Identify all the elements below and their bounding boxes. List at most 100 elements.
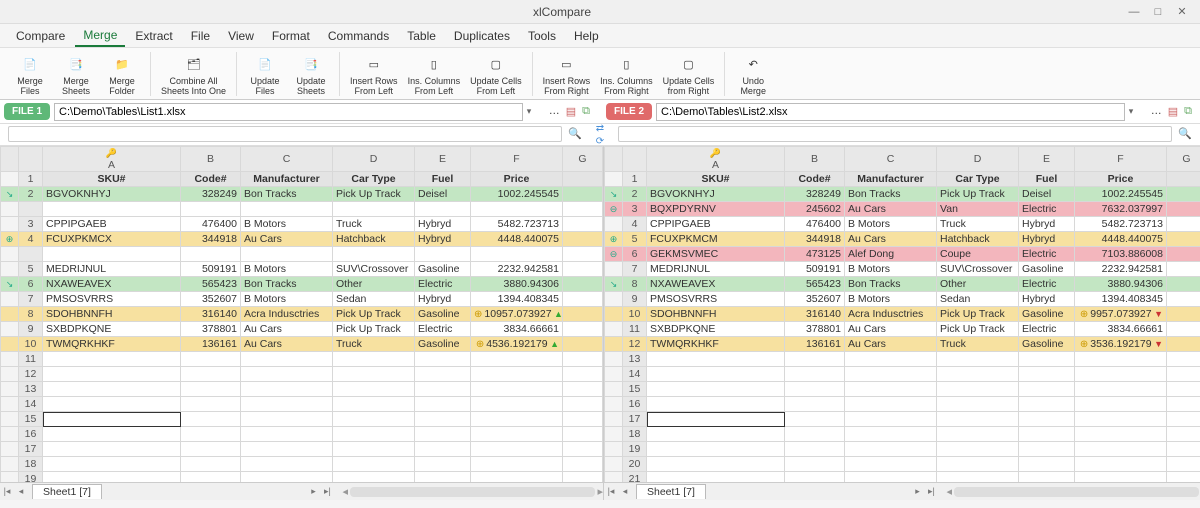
field-header[interactable]: Fuel: [415, 172, 471, 187]
cell-empty[interactable]: [647, 412, 785, 427]
row-header[interactable]: 18: [623, 427, 647, 442]
row-gutter[interactable]: ↘: [605, 277, 623, 292]
cell-cartype[interactable]: Hatchback: [937, 232, 1019, 247]
row-header[interactable]: 5: [19, 262, 43, 277]
cell-price[interactable]: 2232.942581: [471, 262, 563, 277]
menu-view[interactable]: View: [220, 26, 262, 46]
row-header[interactable]: 18: [19, 457, 43, 472]
row-gutter[interactable]: [1, 292, 19, 307]
cell-empty[interactable]: [43, 382, 181, 397]
cell-code[interactable]: 328249: [181, 187, 241, 202]
cell-empty[interactable]: [937, 382, 1019, 397]
cell-empty[interactable]: [1167, 232, 1200, 247]
file2-path-input[interactable]: [656, 103, 1125, 121]
cell-empty[interactable]: [937, 442, 1019, 457]
cell-fuel[interactable]: Gasoline: [1019, 307, 1075, 322]
cell-cartype[interactable]: Pick Up Track: [937, 322, 1019, 337]
cell-empty[interactable]: [333, 472, 415, 483]
row-gutter[interactable]: ↘: [1, 277, 19, 292]
file1-path-input[interactable]: [54, 103, 523, 121]
cell-manufacturer[interactable]: Acra Indusctries: [241, 307, 333, 322]
cell-fuel[interactable]: Gasoline: [415, 337, 471, 352]
right-sheet-tab[interactable]: Sheet1 [7]: [636, 484, 706, 499]
cell-empty[interactable]: [563, 307, 603, 322]
left-grid[interactable]: 🔑ABCDEFG1SKU#Code#ManufacturerCar TypeFu…: [0, 146, 603, 482]
row-header[interactable]: 10: [623, 307, 647, 322]
cell-empty[interactable]: [1167, 382, 1200, 397]
row-header[interactable]: 3: [623, 202, 647, 217]
cell-manufacturer[interactable]: B Motors: [241, 292, 333, 307]
ribbon-combine-all[interactable]: 🗂Combine AllSheets Into One: [157, 50, 230, 99]
cell-manufacturer[interactable]: B Motors: [845, 262, 937, 277]
cell-empty[interactable]: [241, 472, 333, 483]
cell-empty[interactable]: [785, 457, 845, 472]
cell-empty[interactable]: [845, 442, 937, 457]
col-header-C[interactable]: C: [845, 147, 937, 172]
row-header[interactable]: 21: [623, 472, 647, 483]
cell-empty[interactable]: [647, 472, 785, 483]
field-header[interactable]: Manufacturer: [241, 172, 333, 187]
cell-empty[interactable]: [845, 382, 937, 397]
col-header-A[interactable]: 🔑A: [43, 147, 181, 172]
cell-cartype[interactable]: Pick Up Track: [937, 307, 1019, 322]
cell-empty[interactable]: [415, 427, 471, 442]
cell-empty[interactable]: [785, 352, 845, 367]
cell-empty[interactable]: [785, 472, 845, 483]
cell-cartype[interactable]: Other: [937, 277, 1019, 292]
cell-empty[interactable]: [563, 457, 603, 472]
cell-empty[interactable]: [563, 352, 603, 367]
row-gutter[interactable]: [605, 307, 623, 322]
tab-nav-first[interactable]: |◂: [0, 486, 14, 497]
cell-cartype[interactable]: Sedan: [937, 292, 1019, 307]
row-header[interactable]: 4: [19, 232, 43, 247]
cell-sku[interactable]: BQXPDYRNV: [647, 202, 785, 217]
cell-empty[interactable]: [333, 352, 415, 367]
cell-cartype[interactable]: SUV\Crossover: [937, 262, 1019, 277]
cell-empty[interactable]: [1167, 352, 1200, 367]
cell-manufacturer[interactable]: Au Cars: [845, 232, 937, 247]
row-header[interactable]: 14: [623, 367, 647, 382]
row-header[interactable]: 9: [623, 292, 647, 307]
field-header[interactable]: Manufacturer: [845, 172, 937, 187]
cell-price[interactable]: 7103.886008: [1075, 247, 1167, 262]
cell-sku[interactable]: NXAWEAVEX: [647, 277, 785, 292]
cell-price[interactable]: 10957.073927: [471, 307, 563, 322]
cell-manufacturer[interactable]: Au Cars: [845, 337, 937, 352]
row-header[interactable]: 17: [623, 412, 647, 427]
col-header-B[interactable]: B: [785, 147, 845, 172]
search-icon[interactable]: 🔍: [568, 127, 582, 140]
cell-code[interactable]: 509191: [785, 262, 845, 277]
cell-code[interactable]: 136161: [181, 337, 241, 352]
row-header[interactable]: 15: [19, 412, 43, 427]
cell-empty[interactable]: [43, 412, 181, 427]
cell-price[interactable]: 1394.408345: [471, 292, 563, 307]
cell-empty[interactable]: [563, 232, 603, 247]
row-header[interactable]: 19: [19, 472, 43, 483]
row-header[interactable]: 16: [19, 427, 43, 442]
cell-price[interactable]: 5482.723713: [1075, 217, 1167, 232]
cell-fuel[interactable]: Electric: [1019, 202, 1075, 217]
cell-empty[interactable]: [785, 382, 845, 397]
cell-empty[interactable]: [415, 382, 471, 397]
row-header[interactable]: 4: [623, 217, 647, 232]
ribbon-update-cells[interactable]: ▢Update CellsFrom Left: [466, 50, 526, 99]
cell-cartype[interactable]: Hatchback: [333, 232, 415, 247]
cell-empty[interactable]: [647, 352, 785, 367]
cell-code[interactable]: 352607: [181, 292, 241, 307]
cell-cartype[interactable]: Sedan: [333, 292, 415, 307]
cell-empty[interactable]: [43, 397, 181, 412]
cell-empty[interactable]: [415, 442, 471, 457]
tab-nav-next[interactable]: ▸: [910, 486, 924, 497]
field-header[interactable]: SKU#: [647, 172, 785, 187]
cell-fuel[interactable]: Hybryd: [415, 292, 471, 307]
col-header-B[interactable]: B: [181, 147, 241, 172]
cell-code[interactable]: 378801: [181, 322, 241, 337]
file1-more-icon[interactable]: …: [549, 105, 560, 118]
cell-empty[interactable]: [1167, 337, 1200, 352]
cell-empty[interactable]: [241, 427, 333, 442]
field-header[interactable]: Car Type: [937, 172, 1019, 187]
cell-empty[interactable]: [1167, 247, 1200, 262]
ribbon-insert-rows[interactable]: ▭Insert RowsFrom Left: [346, 50, 402, 99]
cell-sku[interactable]: BGVOKNHYJ: [647, 187, 785, 202]
cell-code[interactable]: 136161: [785, 337, 845, 352]
